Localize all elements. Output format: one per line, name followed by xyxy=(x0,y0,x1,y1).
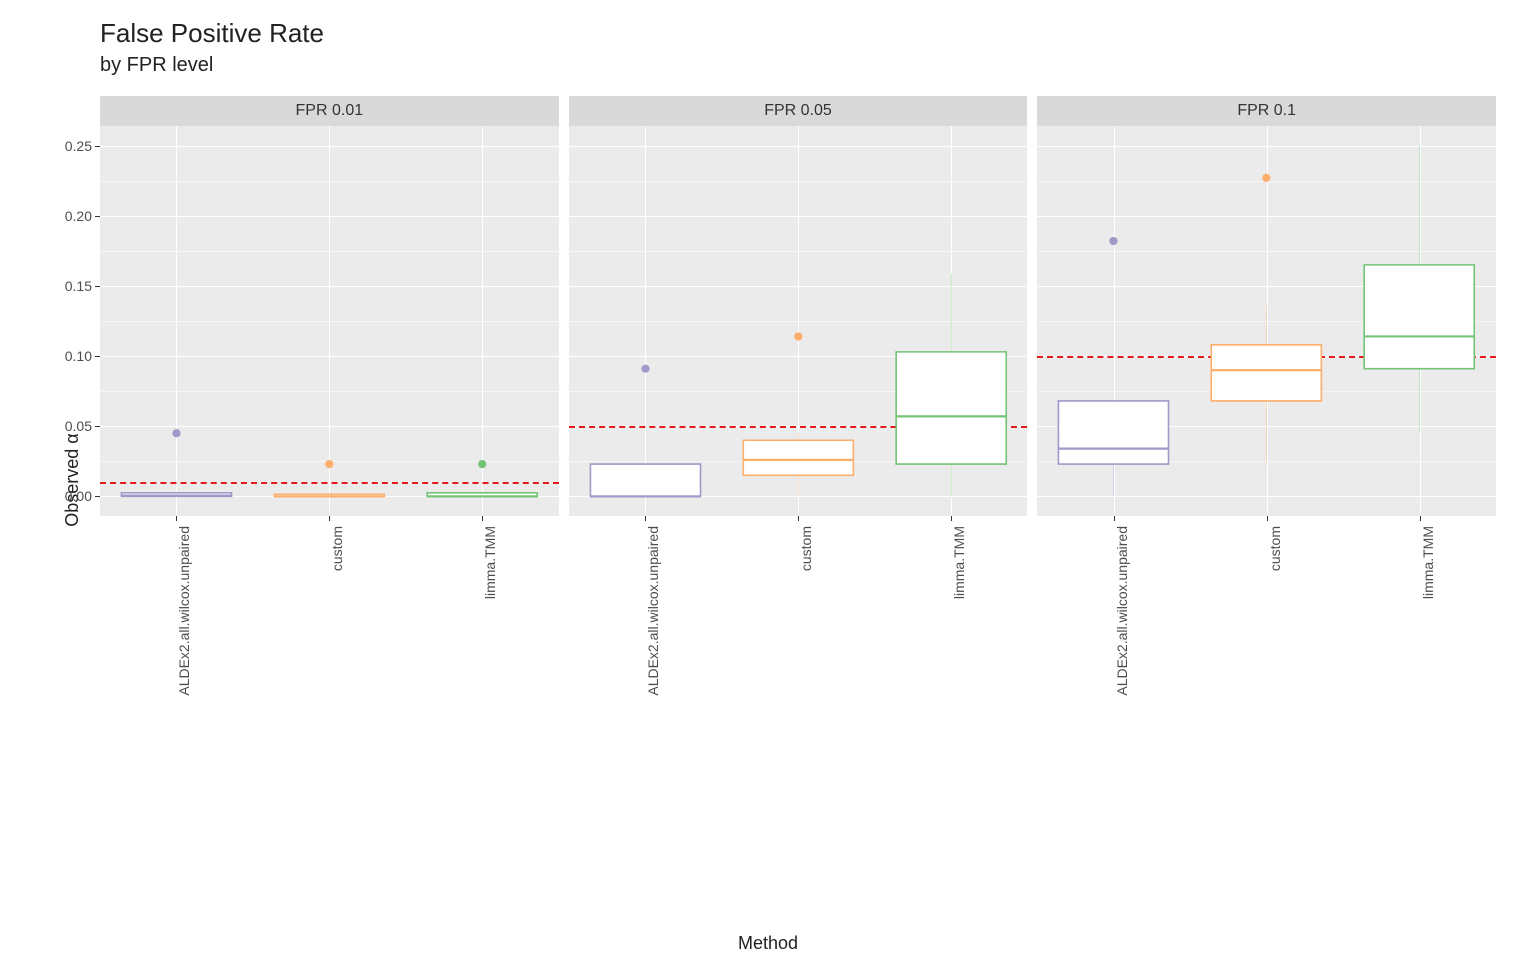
boxplot-svg xyxy=(1037,126,1496,516)
outlier-point xyxy=(172,429,180,437)
y-tick-label: 0.10 xyxy=(65,348,92,364)
chart-title: False Positive Rate xyxy=(100,18,324,49)
y-tick-label: 0.25 xyxy=(65,138,92,154)
x-tick-label: limma.TMM xyxy=(1420,526,1436,599)
y-tick-label: 0.15 xyxy=(65,278,92,294)
x-axis-label: Method xyxy=(738,933,798,954)
box-group xyxy=(590,365,700,497)
facet-strip: FPR 0.1 xyxy=(1037,96,1496,126)
y-tick-label: 0.00 xyxy=(65,488,92,504)
plot-panel: ALDEx2.all.wilcox.unpairedcustomlimma.TM… xyxy=(569,126,1028,516)
outlier-point xyxy=(794,332,802,340)
facet-strip: FPR 0.01 xyxy=(100,96,559,126)
boxplot-svg xyxy=(569,126,1028,516)
y-axis-label: Observed α xyxy=(62,433,83,526)
plot-panel: ALDEx2.all.wilcox.unpairedcustomlimma.TM… xyxy=(1037,126,1496,516)
x-tick-label: limma.TMM xyxy=(951,526,967,599)
x-tick-label: ALDEx2.all.wilcox.unpaired xyxy=(645,526,661,696)
box-group xyxy=(1212,174,1322,464)
facet-row: FPR 0.010.000.050.100.150.200.25ALDEx2.a… xyxy=(100,96,1496,516)
boxplot-svg xyxy=(100,126,559,516)
box-group xyxy=(1059,237,1169,496)
x-tick-label: ALDEx2.all.wilcox.unpaired xyxy=(1114,526,1130,696)
facet-panel: FPR 0.1ALDEx2.all.wilcox.unpairedcustoml… xyxy=(1037,96,1496,516)
y-tick-label: 0.20 xyxy=(65,208,92,224)
box-group xyxy=(896,273,1006,496)
outlier-point xyxy=(641,365,649,373)
y-tick-label: 0.05 xyxy=(65,418,92,434)
box-group xyxy=(274,460,384,496)
chart-subtitle: by FPR level xyxy=(100,54,213,77)
outlier-point xyxy=(1110,237,1118,245)
outlier-point xyxy=(478,460,486,468)
x-tick-label: limma.TMM xyxy=(482,526,498,599)
facet-strip: FPR 0.05 xyxy=(569,96,1028,126)
chart-container: False Positive Rate by FPR level Observe… xyxy=(0,0,1536,960)
outlier-point xyxy=(325,460,333,468)
x-tick-label: custom xyxy=(1267,526,1283,571)
box-group xyxy=(121,429,231,496)
outlier-point xyxy=(1263,174,1271,182)
plot-panel: 0.000.050.100.150.200.25ALDEx2.all.wilco… xyxy=(100,126,559,516)
x-tick-label: ALDEx2.all.wilcox.unpaired xyxy=(176,526,192,696)
x-tick-label: custom xyxy=(329,526,345,571)
box-group xyxy=(743,332,853,496)
box-group xyxy=(1365,146,1475,432)
facet-panel: FPR 0.010.000.050.100.150.200.25ALDEx2.a… xyxy=(100,96,559,516)
x-tick-label: custom xyxy=(798,526,814,571)
box-group xyxy=(427,460,537,496)
facet-panel: FPR 0.05ALDEx2.all.wilcox.unpairedcustom… xyxy=(569,96,1028,516)
